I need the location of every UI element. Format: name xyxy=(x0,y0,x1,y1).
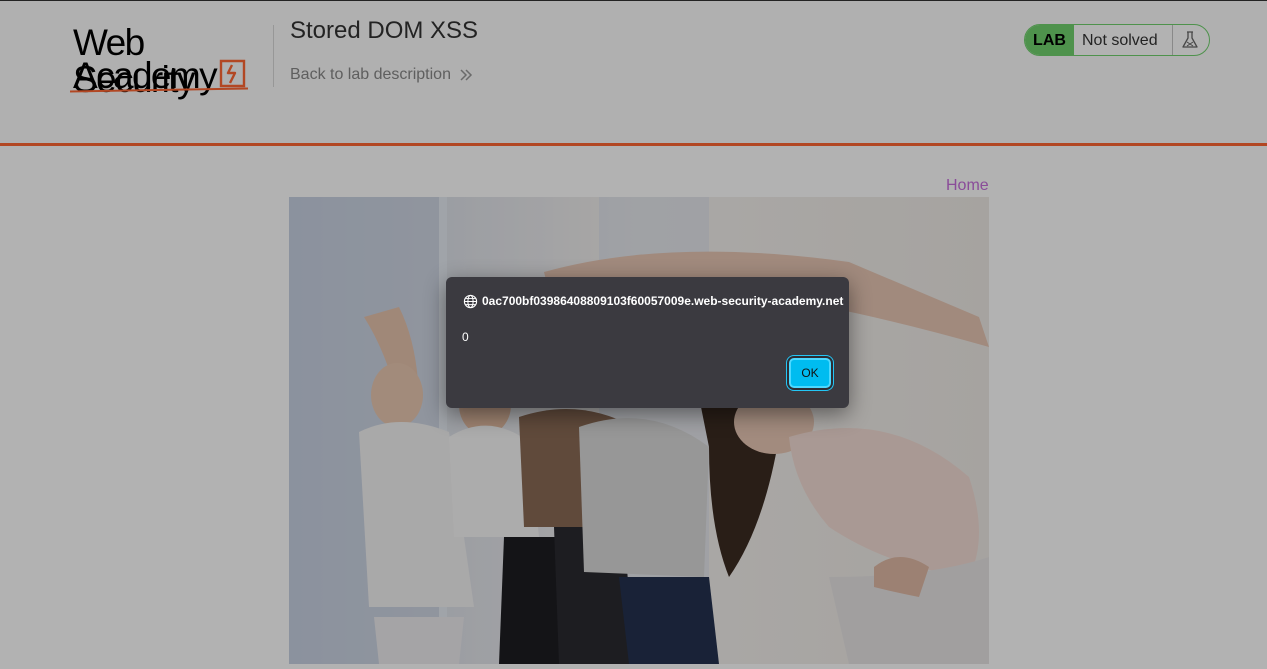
dialog-origin-url: 0ac700bf03986408809103f60057009e.web-sec… xyxy=(482,294,844,308)
globe-icon xyxy=(463,294,478,309)
javascript-alert-dialog: 0ac700bf03986408809103f60057009e.web-sec… xyxy=(446,277,849,408)
dialog-message: 0 xyxy=(462,330,469,344)
ok-button[interactable]: OK xyxy=(789,358,831,388)
page: Web Security Academy Stored DOM XSS Back… xyxy=(0,0,1267,669)
